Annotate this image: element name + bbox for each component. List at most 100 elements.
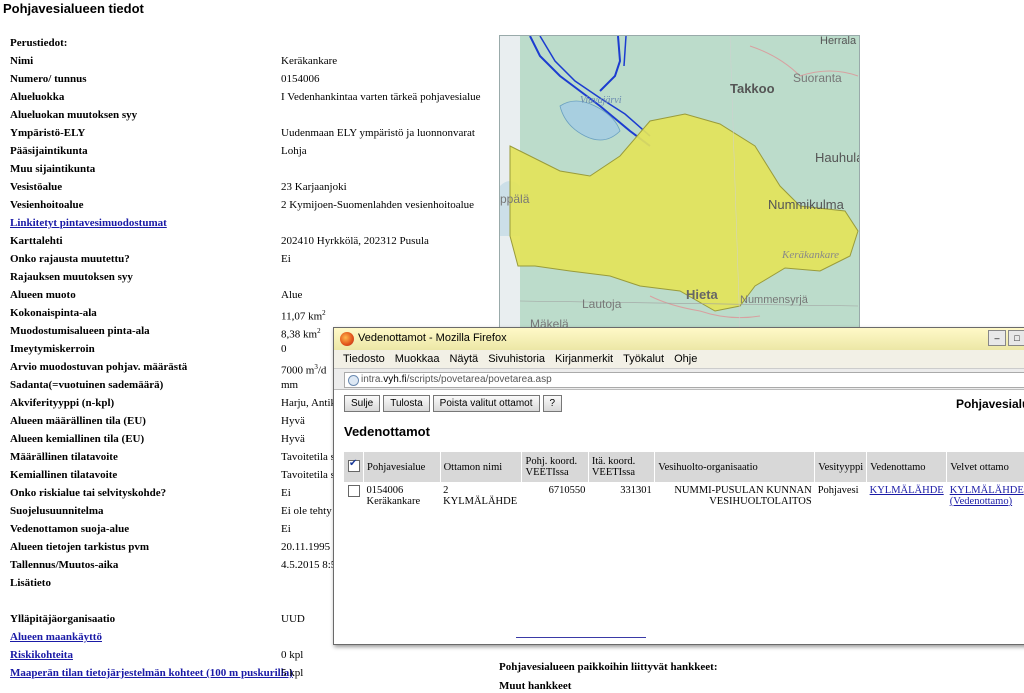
area-number: 0154006: [366, 485, 404, 496]
property-label: Alueluokka: [10, 91, 65, 103]
property-label: Alueen tietojen tarkistus pvm: [10, 541, 150, 553]
url-prefix: intra.: [361, 374, 384, 385]
property-value-text: 11,07 km: [281, 310, 323, 323]
property-value-text: 2 Kymijoen-Suomenlahden vesienhoitoalue: [281, 199, 475, 211]
property-label: Pääsijaintikunta: [10, 145, 88, 157]
property-link[interactable]: Linkitetyt pintavesimuodostumat: [10, 214, 167, 232]
menu-item[interactable]: Näytä: [449, 350, 478, 368]
col-pohjavesialue[interactable]: Pohjavesialue: [363, 452, 441, 482]
property-label: Imeytymiskerroin: [10, 343, 95, 355]
map-label: ppälä: [500, 192, 530, 206]
property-row: Karttalehti 202410 Hyrkkölä, 202312 Pusul…: [10, 232, 490, 250]
menu-bar: Tiedosto Muokkaa Näytä Sivuhistoria Kirjanme…: [334, 350, 1024, 368]
property-value-text: Hyvä: [281, 433, 305, 445]
url-field[interactable]: intra.vyh.fi/scripts/povetarea/povetarea…: [344, 372, 1024, 388]
property-link[interactable]: Riskikohteita: [10, 646, 73, 664]
col-vedenottamo[interactable]: Vedenottamo: [866, 452, 948, 482]
url-bar[interactable]: intra.vyh.fi/scripts/povetarea/povetarea…: [334, 368, 1024, 390]
remove-selected-button[interactable]: Poista valitut ottamot: [432, 395, 540, 412]
col-vesihuolto-org[interactable]: Vesihuolto-organisaatio: [654, 452, 816, 482]
globe-icon: [348, 375, 359, 386]
property-label: Nimi: [10, 55, 34, 67]
firefox-titlebar[interactable]: Vedenottamot - Mozilla Firefox – □: [334, 328, 1024, 350]
property-label: Lisätieto: [10, 577, 51, 589]
intake-name: KYLMÄLÄHDE: [443, 496, 518, 507]
property-value: Lohja: [281, 142, 307, 160]
cell-north-coord: 6710550: [548, 485, 586, 496]
property-link[interactable]: Maaperän tilan tietojärjestelmän kohteet…: [10, 664, 293, 682]
row-select-cell: [344, 482, 364, 510]
cell-east-coord: 331301: [620, 485, 652, 496]
intake-link[interactable]: KYLMÄLÄHDE: [870, 485, 944, 496]
cell-velvet-link: KYLMÄLÄHDE (Vedenottamo): [947, 482, 1024, 510]
menu-item[interactable]: Työkalut: [623, 350, 664, 368]
table-header-row: Pohjavesialue Ottamon nimi Pohj. koord. …: [344, 452, 1024, 482]
org-line2: VESIHUOLTOLAITOS: [709, 496, 812, 507]
help-button[interactable]: ?: [542, 395, 563, 412]
map-label: Herrala: [820, 36, 857, 47]
menu-item[interactable]: Muokkaa: [395, 350, 440, 368]
property-value: 2 Kymijoen-Suomenlahden vesienhoitoalue: [281, 196, 474, 214]
property-value: 5 kpl: [281, 664, 303, 682]
print-button[interactable]: Tulosta: [383, 395, 430, 412]
property-value: Keräkankare: [281, 52, 337, 70]
groundwater-map[interactable]: Herrala Takkoo Suoranta Viuvajärvi Hauhu…: [499, 35, 860, 332]
property-row: Numero/ tunnus 0154006: [10, 70, 490, 88]
property-label: Suojelusuunnitelma: [10, 505, 104, 517]
property-value-text: Lohja: [281, 145, 307, 157]
property-label: Alueen muoto: [10, 289, 76, 301]
col-ottamon-nimi[interactable]: Ottamon nimi: [440, 452, 523, 482]
property-value-text: Harju, Antik: [281, 397, 336, 409]
property-value-text: 5 kpl: [281, 667, 304, 679]
close-button[interactable]: Sulje: [344, 395, 381, 412]
velvet-link[interactable]: KYLMÄLÄHDE: [950, 485, 1024, 496]
property-unit-suffix: /d: [317, 364, 327, 377]
property-row: Vesienhoitoalue 2 Kymijoen-Suomenlahden v…: [10, 196, 490, 214]
map-label: Suoranta: [793, 71, 842, 85]
map-label: Lautoja: [582, 297, 622, 311]
menu-item[interactable]: Ohje: [674, 350, 697, 368]
velvet-sub-link[interactable]: (Vedenottamo): [950, 496, 1012, 507]
status-underline: [516, 637, 646, 638]
row-checkbox[interactable]: [348, 485, 360, 497]
map-label: Nummensyrjä: [740, 294, 809, 306]
property-value: Hyvä: [281, 412, 305, 430]
property-value-text: Ei ole tehty: [281, 505, 332, 517]
vedenottamot-table: Pohjavesialue Ottamon nimi Pohj. koord. …: [344, 452, 1024, 510]
col-ita-koord[interactable]: Itä. koord. VEETIssa: [588, 452, 656, 482]
property-label: Onko rajausta muutettu?: [10, 253, 130, 265]
page-toolbar: Sulje Tulosta Poista valitut ottamot? Pohj…: [334, 390, 1024, 416]
property-row: Maaperän tilan tietojärjestelmän kohteet…: [10, 664, 490, 682]
map-canvas[interactable]: Herrala Takkoo Suoranta Viuvajärvi Hauhu…: [500, 36, 859, 331]
property-value: Tavoitetila s: [281, 466, 335, 484]
url-host: vyh.fi: [383, 374, 407, 385]
property-value: 4.5.2015 8:5: [281, 556, 336, 574]
property-label: Alueen määrällinen tila (EU): [10, 415, 146, 427]
projects-heading: Pohjavesialueen paikkoihin liittyvät han…: [499, 661, 718, 673]
col-vesityyppi[interactable]: Vesityyppi: [814, 452, 868, 482]
property-row: Alueluokan muutoksen syy: [10, 106, 490, 124]
col-pohj-koord[interactable]: Pohj. koord. VEETIssa: [521, 452, 589, 482]
menu-item[interactable]: Kirjanmerkit: [555, 350, 613, 368]
maximize-icon[interactable]: □: [1008, 330, 1024, 346]
map-label: Nummikulma: [768, 197, 845, 212]
firefox-window[interactable]: Vedenottamot - Mozilla Firefox – □ Tiedo…: [333, 327, 1024, 645]
cell-intake-link: KYLMÄLÄHDE: [867, 482, 947, 510]
vedenottamot-heading: Vedenottamot: [344, 424, 430, 439]
select-all-checkbox[interactable]: [348, 458, 360, 472]
property-value: I Vedenhankintaa varten tärkeä pohjavesi…: [281, 88, 481, 106]
minimize-icon[interactable]: –: [988, 330, 1006, 346]
menu-item[interactable]: Tiedosto: [343, 350, 385, 368]
property-row: Vesistöalue 23 Karjaanjoki: [10, 178, 490, 196]
cell-area: 0154006 Keräkankare: [364, 482, 441, 510]
cell-intake: 2 KYLMÄLÄHDE: [440, 482, 522, 510]
intake-number: 2: [443, 485, 449, 496]
menu-item[interactable]: Sivuhistoria: [488, 350, 545, 368]
property-link[interactable]: Alueen maankäyttö: [10, 628, 102, 646]
property-value: Harju, Antik: [281, 394, 336, 412]
page-title: Pohjavesialueen tiedot: [3, 1, 144, 16]
property-value: Ei ole tehty: [281, 502, 332, 520]
col-velvet-ottamo[interactable]: Velvet ottamo: [946, 452, 1024, 482]
property-unit-superscript: 2: [317, 327, 321, 335]
property-value-text: 8,38 km: [281, 328, 318, 341]
